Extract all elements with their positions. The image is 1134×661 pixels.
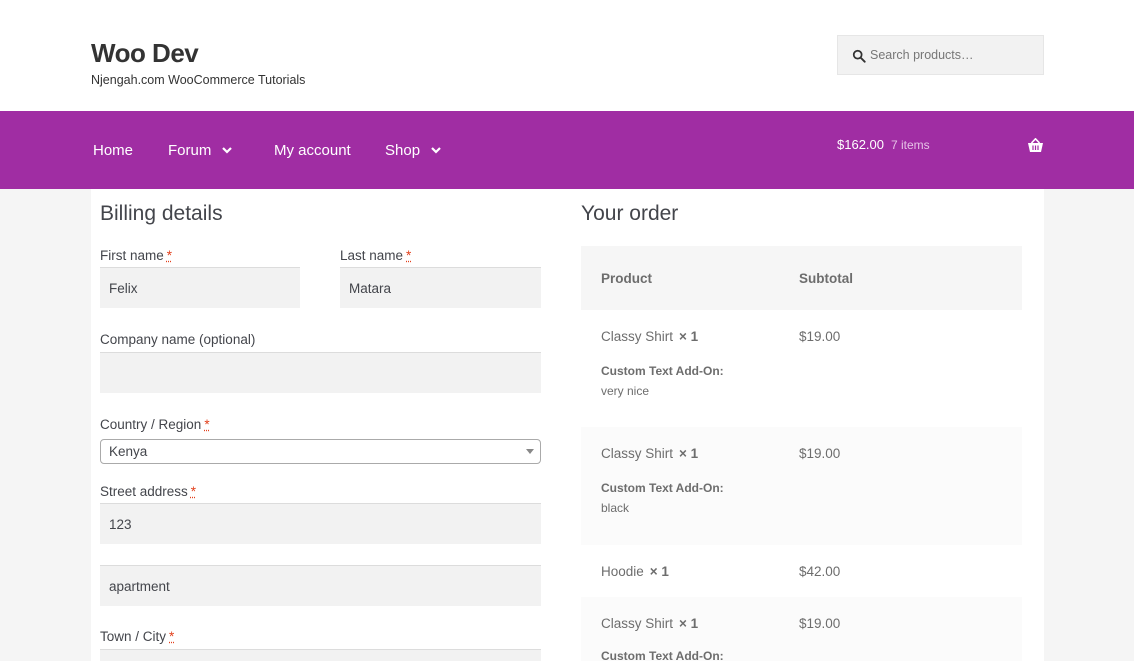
required-mark: * (166, 248, 173, 263)
search-input[interactable] (870, 36, 1040, 74)
site-description: Njengah.com WooCommerce Tutorials (91, 73, 306, 87)
basket-icon[interactable] (1027, 138, 1044, 153)
city-field[interactable] (100, 649, 541, 661)
product-name: Hoodie × 1 (601, 564, 669, 579)
primary-nav: Home Forum My account Shop $162.00 7 ite… (0, 111, 1134, 189)
addon-label: Custom Text Add-On: (601, 364, 724, 378)
dropdown-arrow-icon (526, 449, 534, 454)
required-mark: * (190, 484, 197, 499)
product-name: Classy Shirt × 1 (601, 329, 699, 344)
table-row: Classy Shirt × 1 $19.00 Custom Text Add-O… (581, 597, 1022, 661)
column-header-subtotal: Subtotal (799, 271, 853, 286)
row-subtotal: $42.00 (799, 564, 841, 579)
country-label: Country / Region * (100, 417, 210, 432)
row-subtotal: $19.00 (799, 616, 841, 631)
product-name: Classy Shirt × 1 (601, 446, 699, 461)
required-mark: * (406, 248, 412, 263)
table-row: Classy Shirt × 1 $19.00 Custom Text Add-O… (581, 310, 1022, 427)
row-subtotal: $19.00 (799, 329, 841, 344)
product-name: Classy Shirt × 1 (601, 616, 699, 631)
addon-label: Custom Text Add-On: (601, 649, 724, 661)
company-field[interactable] (100, 352, 541, 393)
required-mark: * (169, 629, 175, 644)
last-name-field[interactable] (340, 267, 541, 308)
cart-total[interactable]: $162.00 (837, 137, 884, 152)
country-select[interactable]: Kenya (100, 439, 541, 464)
addon-label: Custom Text Add-On: (601, 481, 724, 495)
table-row: Classy Shirt × 1 $19.00 Custom Text Add-O… (581, 427, 1022, 545)
addon-value: black (601, 501, 630, 515)
street-address-2-field[interactable] (100, 565, 541, 606)
chevron-down-icon[interactable] (221, 144, 233, 156)
site-header: Woo Dev Njengah.com WooCommerce Tutorial… (0, 0, 1134, 111)
nav-item-shop[interactable]: Shop (385, 111, 442, 189)
first-name-label: First name * (100, 248, 173, 263)
addon-value: very nice (601, 384, 650, 398)
nav-item-home[interactable]: Home (93, 111, 133, 189)
city-label: Town / City * (100, 629, 175, 644)
chevron-down-icon[interactable] (430, 144, 442, 156)
first-name-field[interactable] (100, 267, 300, 308)
search-icon (852, 49, 866, 63)
row-subtotal: $19.00 (799, 446, 841, 461)
country-selected-value: Kenya (109, 444, 148, 459)
checkout-content: Billing details First name* Last name* C… (91, 189, 1044, 661)
nav-item-label: Shop (385, 141, 421, 159)
order-title: Your order (581, 202, 679, 225)
nav-item-my-account[interactable]: My account (274, 111, 351, 189)
street-address-field[interactable] (100, 503, 541, 544)
column-header-product: Product (601, 271, 653, 286)
order-table-header: Product Subtotal (581, 246, 1022, 310)
nav-item-label: My account (274, 141, 351, 159)
company-label: Company name (optional) (100, 332, 256, 347)
required-mark: * (204, 417, 210, 432)
table-row: Hoodie × 1 $42.00 (581, 545, 1022, 597)
site-title[interactable]: Woo Dev (91, 38, 199, 69)
nav-item-forum[interactable]: Forum (168, 111, 233, 189)
nav-item-label: Forum (168, 141, 212, 159)
nav-item-label: Home (93, 141, 134, 159)
billing-title: Billing details (100, 202, 223, 225)
search-box[interactable] (837, 35, 1044, 75)
last-name-label: Last name * (340, 248, 412, 263)
cart-count[interactable]: 7 items (891, 138, 930, 152)
street-address-label: Street address * (100, 484, 197, 499)
